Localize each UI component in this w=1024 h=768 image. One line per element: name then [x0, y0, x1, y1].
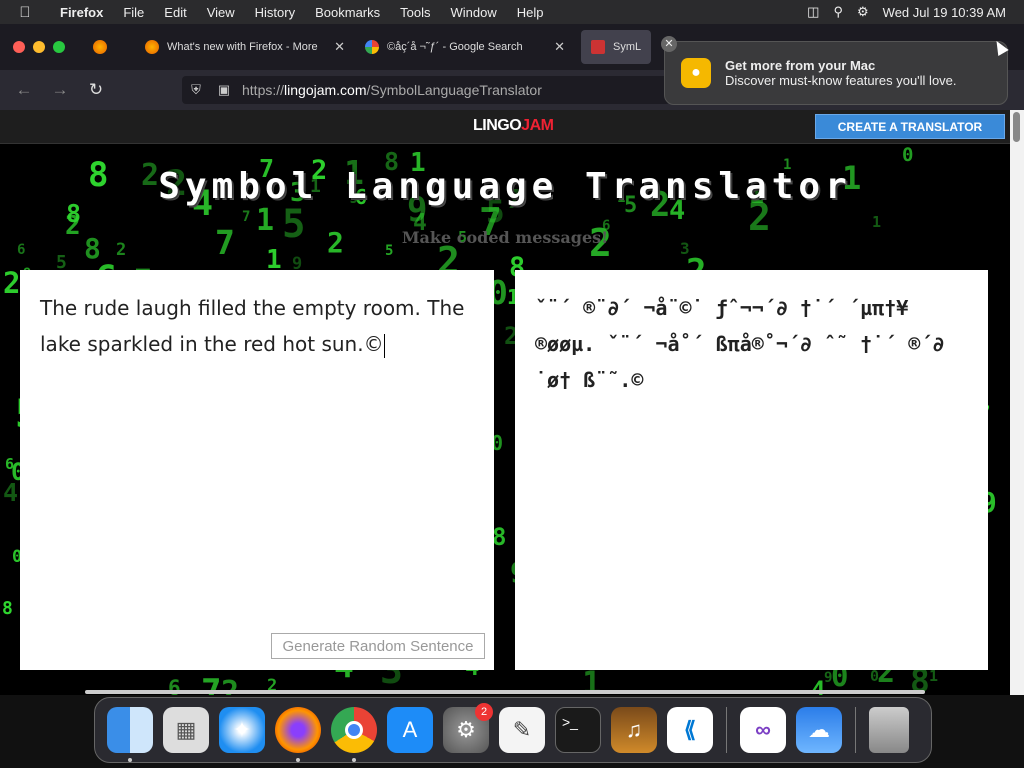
forward-arrow-icon[interactable]: → — [42, 80, 78, 100]
create-translator-button[interactable]: CREATE A TRANSLATOR — [815, 114, 1005, 139]
notification-close-icon[interactable]: ✕ — [661, 36, 677, 52]
notification-badge: 2 — [475, 703, 493, 721]
matrix-digit: 7 — [242, 209, 251, 225]
minimize-window-button[interactable] — [33, 41, 45, 53]
url-path: /SymbolLanguageTranslator — [366, 82, 542, 98]
back-arrow-icon[interactable]: ← — [6, 80, 42, 100]
menu-view[interactable]: View — [197, 5, 245, 20]
spotlight-search-icon[interactable]: ⚲ — [833, 4, 843, 20]
tab-symbol-translator[interactable]: SymL — [581, 30, 651, 64]
reload-icon[interactable]: ↻ — [78, 80, 114, 100]
menu-tools[interactable]: Tools — [390, 5, 440, 20]
scrollbar-thumb[interactable] — [1013, 112, 1020, 142]
firefox-icon — [93, 40, 107, 54]
input-textarea[interactable]: The rude laugh filled the empty room. Th… — [20, 270, 494, 670]
tab-label: SymL — [613, 41, 642, 53]
menu-edit[interactable]: Edit — [154, 5, 196, 20]
matrix-digit: 8 — [2, 598, 13, 619]
input-text: The rude laugh filled the empty room. Th… — [40, 296, 465, 356]
notification-body: Discover must-know features you'll love. — [725, 73, 957, 88]
weather-icon[interactable]: ☁ — [796, 707, 842, 753]
textedit-icon[interactable]: ✎ — [499, 707, 545, 753]
terminal-icon[interactable]: >_ — [555, 707, 601, 753]
firefox-icon — [145, 40, 159, 54]
matrix-digit: 0 — [902, 144, 914, 166]
menu-window[interactable]: Window — [441, 5, 507, 20]
close-tab-icon[interactable]: ✕ — [554, 39, 565, 55]
menu-help[interactable]: Help — [507, 5, 554, 20]
notification-title: Get more from your Mac — [725, 58, 876, 73]
output-textarea[interactable]: ˇ¨´ ®¨∂´ ¬å¨©˙ ƒˆ¬¬´∂ †˙´ ´µπ†¥ ®øøµ. ˇ¨… — [515, 270, 988, 670]
vertical-scrollbar[interactable] — [1010, 110, 1024, 695]
page-content: LINGOJAM CREATE A TRANSLATOR 45221462387… — [0, 110, 1010, 695]
tab-label: ©åç´å ¬˜ƒ´ - Google Search — [387, 41, 523, 53]
menu-clock[interactable]: Wed Jul 19 10:39 AM — [883, 5, 1006, 20]
safari-icon[interactable]: ✦ — [219, 707, 265, 753]
matrix-digit: 2 — [3, 266, 21, 300]
menu-app-name[interactable]: Firefox — [50, 5, 113, 20]
launchpad-icon[interactable]: ▦ — [163, 707, 209, 753]
firefox-icon[interactable] — [275, 707, 321, 762]
control-center-icon[interactable]: ⚙ — [857, 4, 869, 20]
mac-tips-notification[interactable]: ✕ ● Get more from your Mac Discover must… — [661, 36, 1008, 105]
app-store-icon[interactable]: A — [387, 707, 433, 753]
apple-menu-icon[interactable]:  — [0, 4, 50, 21]
page-subtitle: Make coded messages! — [401, 228, 609, 247]
tab-google-search[interactable]: ©åç´å ¬˜ƒ´ - Google Search ✕ — [355, 30, 575, 64]
visual-studio-icon[interactable]: ∞ — [740, 707, 786, 753]
close-tab-icon[interactable]: ✕ — [334, 39, 345, 55]
dock-separator — [855, 707, 856, 753]
page-title: Symbol Language Translator — [158, 166, 852, 207]
menu-history[interactable]: History — [245, 5, 305, 20]
shield-icon[interactable]: ⛨ — [182, 82, 210, 98]
system-settings-icon[interactable]: ⚙ 2 — [443, 703, 493, 753]
menu-file[interactable]: File — [113, 5, 154, 20]
menu-bookmarks[interactable]: Bookmarks — [305, 5, 390, 20]
dock-separator — [726, 707, 727, 753]
chrome-icon[interactable] — [331, 707, 377, 762]
close-window-button[interactable] — [13, 41, 25, 53]
lingojam-logo[interactable]: LINGOJAM — [473, 117, 554, 135]
zoom-window-button[interactable] — [53, 41, 65, 53]
logo-part-jam: JAM — [521, 117, 554, 134]
window-controls — [13, 41, 65, 53]
horizontal-scrollbar[interactable] — [85, 690, 925, 694]
screen-mirroring-icon[interactable]: ◫ — [807, 4, 819, 20]
text-cursor — [383, 333, 385, 358]
garageband-icon[interactable]: ♫ — [611, 707, 657, 753]
url-prefix: https:// — [242, 82, 285, 98]
finder-icon[interactable] — [107, 707, 153, 762]
lingojam-icon — [591, 40, 605, 54]
firefox-view-tab[interactable] — [65, 30, 135, 64]
url-domain: lingojam.com — [284, 82, 367, 98]
logo-part-lingo: LINGO — [473, 117, 522, 134]
menu-bar:  Firefox File Edit View History Bookmar… — [0, 0, 1024, 24]
trash-icon[interactable] — [869, 707, 909, 753]
tab-label: What's new with Firefox - More — [167, 41, 318, 53]
matrix-digit: 8 — [492, 523, 507, 551]
output-text: ˇ¨´ ®¨∂´ ¬å¨©˙ ƒˆ¬¬´∂ †˙´ ´µπ†¥ ®øøµ. ˇ¨… — [535, 296, 945, 392]
tab-whats-new[interactable]: What's new with Firefox - More ✕ — [135, 30, 355, 64]
site-header: LINGOJAM CREATE A TRANSLATOR — [0, 110, 1010, 144]
vscode-icon[interactable]: ⟪ — [667, 707, 713, 753]
address-bar[interactable]: ⛨ ▣ https://lingojam.com/SymbolLanguageT… — [182, 76, 670, 104]
lightbulb-icon: ● — [681, 58, 711, 88]
dock: ▦ ✦ A ⚙ 2 ✎ >_ ♫ ⟪ ∞ ☁ — [94, 697, 932, 763]
generate-random-sentence-button[interactable]: Generate Random Sentence — [271, 633, 485, 659]
google-icon — [365, 40, 379, 54]
lock-icon[interactable]: ▣ — [210, 82, 238, 98]
